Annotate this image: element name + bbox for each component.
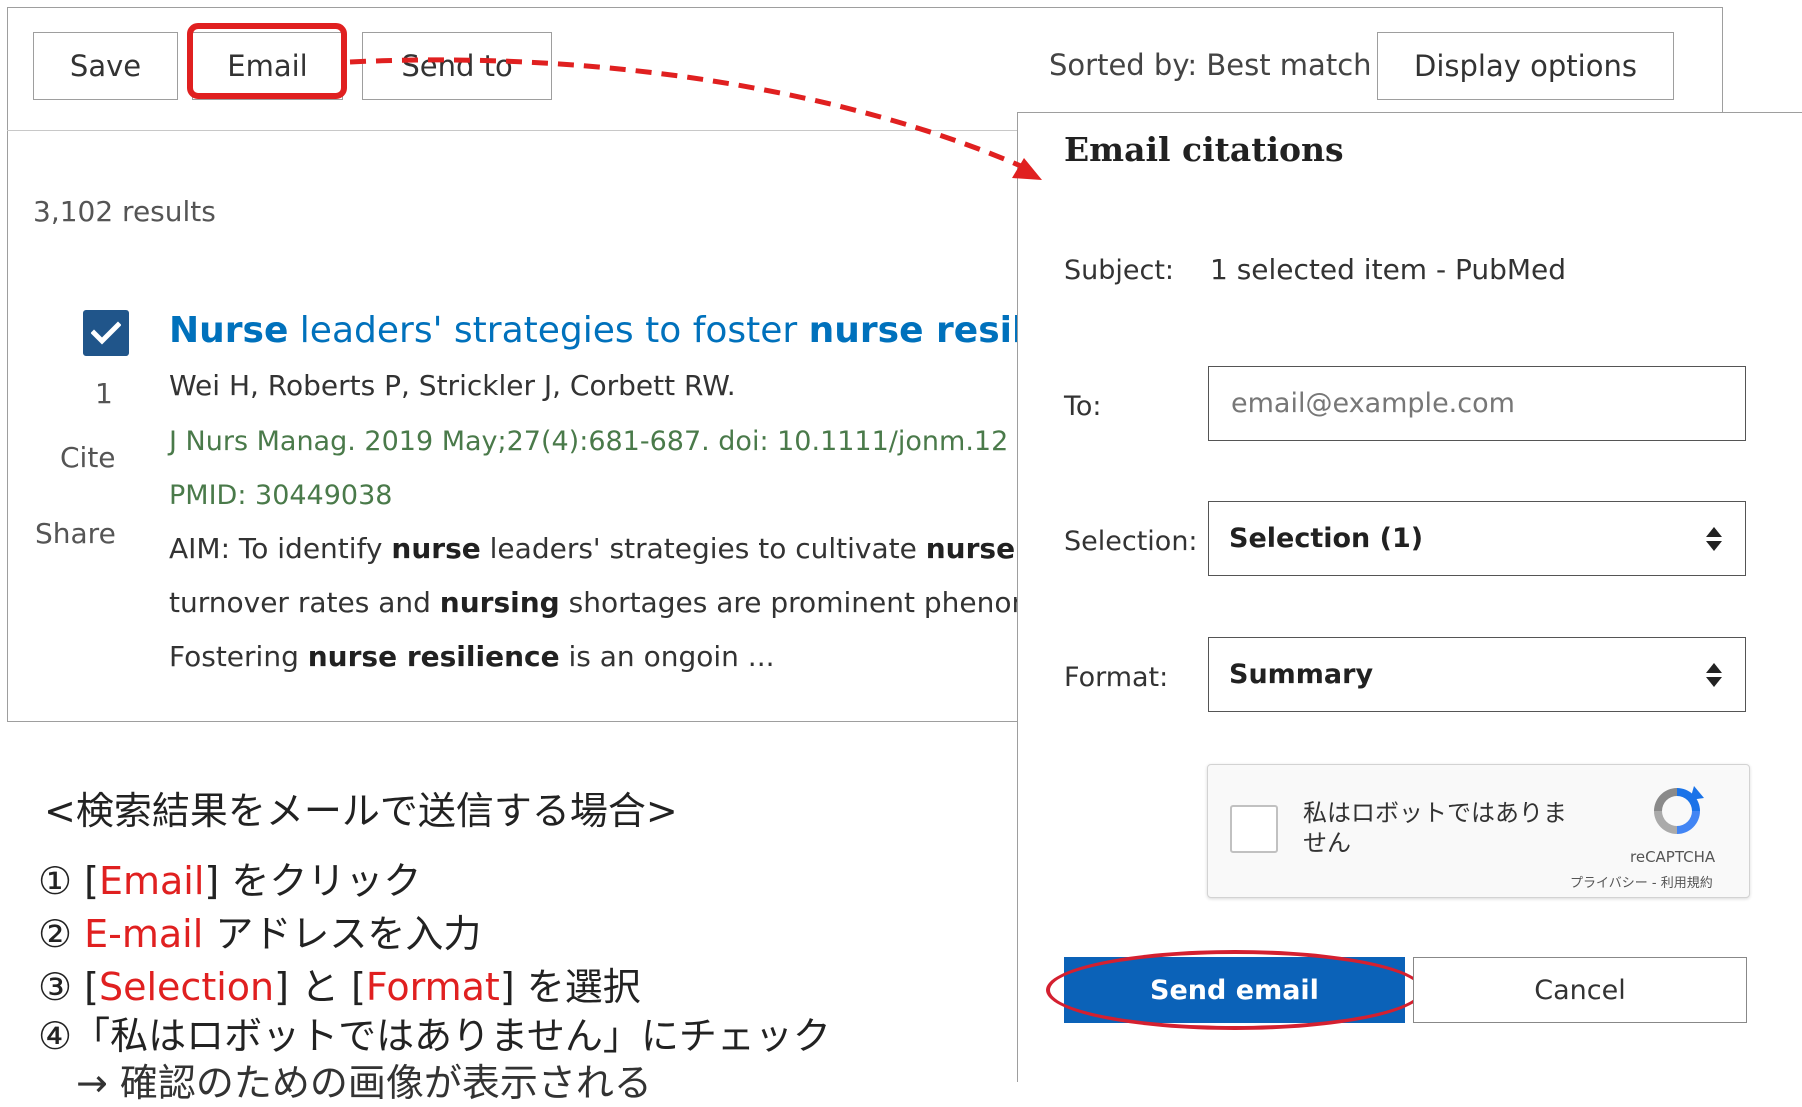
instruction-step: ② E-mail アドレスを入力 <box>38 903 481 958</box>
cancel-button[interactable]: Cancel <box>1413 957 1747 1023</box>
snippet-segment: nursing <box>439 586 560 619</box>
send-to-button[interactable]: Send to <box>362 32 552 100</box>
toolbar-divider <box>7 130 1017 131</box>
step-segment: E-mail <box>84 912 204 956</box>
result-number: 1 <box>95 377 113 410</box>
result-snippet-line: AIM: To identify nurse leaders' strategi… <box>169 532 1039 565</box>
format-value: Summary <box>1229 659 1374 690</box>
step-segment: → 確認のための画像が表示される <box>38 1061 652 1105</box>
recaptcha-label: 私はロボットではありません <box>1303 799 1567 857</box>
title-segment: Nurse <box>169 310 289 351</box>
recaptcha-brand: reCAPTCHA <box>1630 848 1716 866</box>
format-select[interactable]: Summary <box>1208 637 1746 712</box>
recaptcha-links[interactable]: プライバシー - 利用規約 <box>1570 872 1713 891</box>
recaptcha-checkbox[interactable] <box>1230 805 1278 853</box>
instruction-step: ① [Email] をクリック <box>38 850 421 905</box>
result-checkbox[interactable] <box>83 310 129 356</box>
selection-select[interactable]: Selection (1) <box>1208 501 1746 576</box>
snippet-segment: is an ongoin ... <box>559 640 775 673</box>
instruction-step: ③ [Selection] と [Format] を選択 <box>38 956 641 1011</box>
display-options-button[interactable]: Display options <box>1377 32 1674 100</box>
result-snippet-line: Fostering nurse resilience is an ongoin … <box>169 640 775 673</box>
send-email-highlight-annotation <box>1046 950 1424 1030</box>
step-segment: Format <box>365 965 500 1009</box>
step-segment: ① [ <box>38 859 99 903</box>
results-count: 3,102 results <box>33 195 216 228</box>
snippet-segment: turnover rates and <box>169 586 440 619</box>
save-button[interactable]: Save <box>33 32 178 100</box>
snippet-segment: Fostering <box>169 640 308 673</box>
step-segment: ③ [ <box>38 965 99 1009</box>
instruction-step: → 確認のための画像が表示される <box>38 1052 652 1107</box>
selection-value: Selection (1) <box>1229 523 1424 554</box>
step-segment: ] をクリック <box>204 859 422 903</box>
format-label: Format: <box>1064 662 1169 693</box>
to-label: To: <box>1064 391 1102 422</box>
updown-arrows-icon <box>1706 527 1722 551</box>
subject-label: Subject: <box>1064 255 1175 286</box>
result-authors: Wei H, Roberts P, Strickler J, Corbett R… <box>169 369 736 402</box>
snippet-segment: nurse <box>391 532 481 565</box>
snippet-segment: shortages are prominent phenom <box>559 586 1039 619</box>
step-segment: Email <box>98 859 205 903</box>
snippet-segment: leaders' strategies to cultivate <box>480 532 926 565</box>
instructions-title: <検索結果をメールで送信する場合> <box>44 789 678 833</box>
result-snippet-line: turnover rates and nursing shortages are… <box>169 586 1039 619</box>
snippet-segment: AIM: To identify <box>169 532 392 565</box>
updown-arrows-icon <box>1706 663 1722 687</box>
sorted-by-label[interactable]: Sorted by: Best match <box>1049 48 1372 82</box>
recaptcha-logo-icon <box>1654 786 1704 834</box>
result-citation: J Nurs Manag. 2019 May;27(4):681-687. do… <box>169 426 1009 457</box>
step-segment: ② <box>38 912 85 956</box>
result-pmid: PMID: 30449038 <box>169 480 393 511</box>
email-to-input[interactable] <box>1208 366 1746 441</box>
subject-value: 1 selected item - PubMed <box>1210 253 1567 286</box>
email-highlight-annotation <box>187 23 347 99</box>
step-segment: アドレスを入力 <box>203 912 482 956</box>
title-segment: leaders' strategies to foster <box>288 310 809 351</box>
checkmark-icon <box>91 321 121 345</box>
selection-label: Selection: <box>1064 526 1198 557</box>
step-segment: ] と [ <box>274 965 366 1009</box>
step-segment: Selection <box>98 965 275 1009</box>
share-link[interactable]: Share <box>35 517 116 550</box>
cite-link[interactable]: Cite <box>60 441 116 474</box>
snippet-segment: nurse resilience <box>307 640 560 673</box>
result-title-link[interactable]: Nurse leaders' strategies to foster nurs… <box>169 310 1061 351</box>
dialog-title: Email citations <box>1064 130 1344 169</box>
step-segment: ] を選択 <box>499 965 641 1009</box>
